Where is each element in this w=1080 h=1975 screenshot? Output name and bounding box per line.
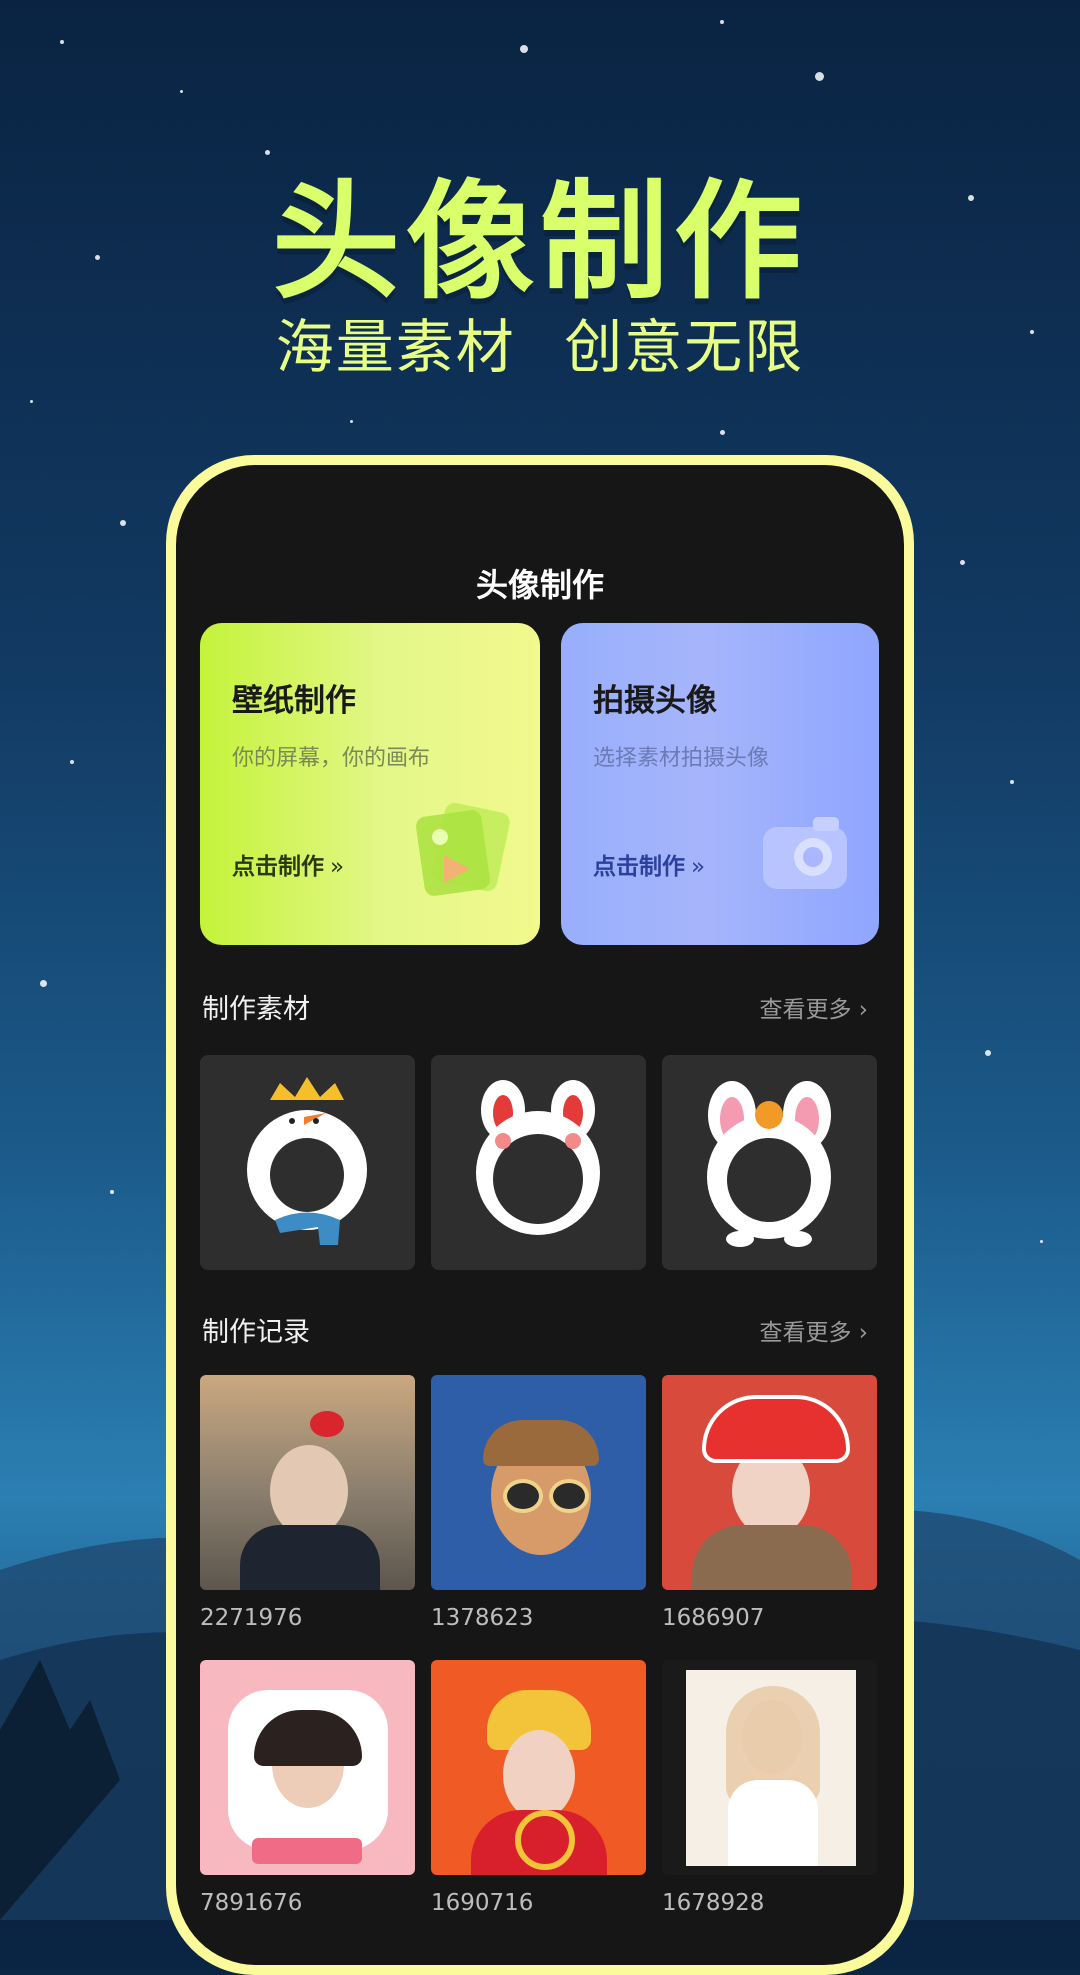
material-item-orange-bunny[interactable] xyxy=(662,1055,877,1270)
record-id: 1678928 xyxy=(662,1890,765,1916)
cta-label: 点击制作 xyxy=(593,854,685,880)
chevron-right-icon: › xyxy=(858,1319,868,1346)
camera-icon xyxy=(763,817,847,889)
record-id: 1378623 xyxy=(431,1605,534,1631)
chevron-right-icon: › xyxy=(858,996,868,1023)
view-more-link[interactable]: 查看更多 › xyxy=(759,1313,868,1347)
card-title: 壁纸制作 xyxy=(232,683,356,719)
record-thumbnail[interactable] xyxy=(431,1660,646,1875)
make-now-link[interactable]: 点击制作» xyxy=(593,847,705,881)
material-item-red-bunny[interactable] xyxy=(431,1055,646,1270)
record-thumbnail[interactable] xyxy=(200,1660,415,1875)
orange-bunny-frame-icon xyxy=(707,1081,831,1247)
material-item-snowman[interactable] xyxy=(200,1055,415,1270)
portrait-image xyxy=(270,1445,348,1537)
app-screen: 头像制作 壁纸制作 你的屏幕，你的画布 点击制作» 拍摄头像 选择素材拍摄头像 … xyxy=(176,465,904,1965)
record-thumbnail[interactable] xyxy=(662,1660,877,1875)
snowman-frame-icon xyxy=(247,1077,367,1245)
view-more-label: 查看更多 xyxy=(759,996,852,1023)
record-thumbnail[interactable] xyxy=(431,1375,646,1590)
cta-label: 点击制作 xyxy=(232,854,324,880)
record-id: 7891676 xyxy=(200,1890,303,1916)
materials-section-header: 制作素材 查看更多 › xyxy=(202,987,868,1026)
make-now-link[interactable]: 点击制作» xyxy=(232,847,344,881)
page-title: 头像制作 xyxy=(475,566,604,604)
card-subtitle: 选择素材拍摄头像 xyxy=(593,746,770,771)
record-id: 1690716 xyxy=(431,1890,534,1916)
records-section-header: 制作记录 查看更多 › xyxy=(202,1310,868,1349)
double-chevron-right-icon: » xyxy=(691,854,706,880)
portrait-image xyxy=(503,1730,575,1820)
card-title: 拍摄头像 xyxy=(593,683,717,719)
section-title: 制作素材 xyxy=(202,994,310,1025)
section-title: 制作记录 xyxy=(202,1317,310,1348)
phone-mockup: 头像制作 壁纸制作 你的屏幕，你的画布 点击制作» 拍摄头像 选择素材拍摄头像 … xyxy=(166,455,914,1975)
photo-avatar-card[interactable]: 拍摄头像 选择素材拍摄头像 点击制作» xyxy=(561,623,879,945)
record-thumbnail[interactable] xyxy=(200,1375,415,1590)
record-id: 1686907 xyxy=(662,1605,765,1631)
promo-subline: 海量素材 创意无限 xyxy=(275,313,805,381)
red-bunny-frame-icon xyxy=(476,1080,600,1235)
card-subtitle: 你的屏幕，你的画布 xyxy=(232,746,431,771)
wallpaper-make-card[interactable]: 壁纸制作 你的屏幕，你的画布 点击制作» xyxy=(200,623,540,945)
record-id: 2271976 xyxy=(200,1605,303,1631)
promo-headline: 头像制作 xyxy=(271,168,808,317)
view-more-link[interactable]: 查看更多 › xyxy=(759,990,868,1024)
picture-cards-icon xyxy=(416,802,510,896)
view-more-label: 查看更多 xyxy=(759,1319,852,1346)
double-chevron-right-icon: » xyxy=(330,854,345,880)
record-thumbnail[interactable] xyxy=(662,1375,877,1590)
